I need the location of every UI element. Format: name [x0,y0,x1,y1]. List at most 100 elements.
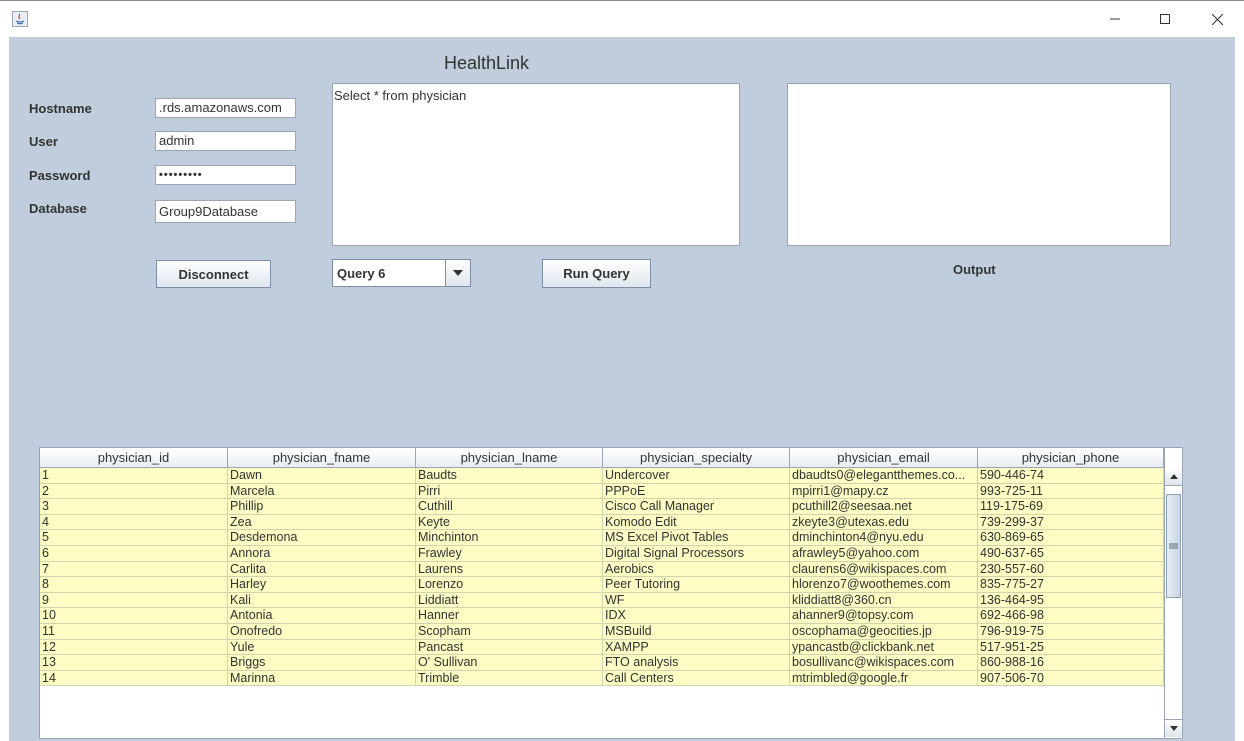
column-header[interactable]: physician_lname [416,448,603,467]
table-cell[interactable]: Undercover [603,468,790,484]
column-header[interactable]: physician_id [40,448,228,467]
table-cell[interactable]: MS Excel Pivot Tables [603,530,790,546]
column-header[interactable]: physician_specialty [603,448,790,467]
table-cell[interactable]: Komodo Edit [603,514,790,531]
table-row[interactable]: 13 Briggs O' Sullivan FTO analysis bosulliva… [40,655,1164,671]
table-cell[interactable]: Minchinton [416,530,603,546]
table-cell[interactable]: Carlita [228,561,416,578]
table-cell[interactable]: Yule [228,639,416,656]
table-cell[interactable]: Scopham [416,623,603,640]
chevron-down-icon[interactable] [445,260,470,286]
table-cell[interactable]: Desdemona [228,530,416,546]
table-cell[interactable]: Trimble [416,670,603,687]
column-header[interactable]: physician_phone [978,448,1164,467]
table-cell[interactable]: 993-725-11 [978,483,1164,500]
table-cell[interactable]: Annora [228,545,416,562]
table-cell[interactable]: 14 [40,670,228,687]
column-header[interactable]: physician_fname [228,448,416,467]
table-cell[interactable]: Harley [228,577,416,593]
maximize-button[interactable] [1142,3,1188,35]
scroll-down-button[interactable] [1165,719,1182,737]
table-cell[interactable]: kliddiatt8@360.cn [790,592,978,609]
table-cell[interactable]: MSBuild [603,623,790,640]
table-row[interactable]: 6 Annora Frawley Digital Signal Processors a… [40,545,1164,562]
table-cell[interactable]: 4 [40,514,228,531]
password-field[interactable]: ••••••••• [155,165,296,185]
table-cell[interactable]: 11 [40,623,228,640]
query-text-area[interactable]: Select * from physician [332,83,740,246]
table-cell[interactable]: Briggs [228,655,416,671]
table-cell[interactable]: Keyte [416,514,603,531]
database-field[interactable]: Group9Database [155,200,296,223]
table-cell[interactable]: 3 [40,499,228,515]
table-cell[interactable]: 1 [40,468,228,484]
table-cell[interactable]: 230-557-60 [978,561,1164,578]
table-cell[interactable]: Call Centers [603,670,790,687]
table-cell[interactable]: Hanner [416,608,603,624]
hostname-field[interactable]: .rds.amazonaws.com [155,98,296,118]
table-cell[interactable]: 12 [40,639,228,656]
table-cell[interactable]: 630-869-65 [978,530,1164,546]
close-button[interactable] [1194,3,1240,35]
table-cell[interactable]: 739-299-37 [978,514,1164,531]
table-cell[interactable]: 490-637-65 [978,545,1164,562]
table-row[interactable]: 11 Onofredo Scopham MSBuild oscophama@geocit… [40,623,1164,640]
scroll-up-button[interactable] [1165,468,1182,486]
table-row[interactable]: 10 Antonia Hanner IDX ahanner9@topsy.com 692-… [40,608,1164,624]
table-cell[interactable]: PPPoE [603,483,790,500]
table-cell[interactable]: Marinna [228,670,416,687]
table-cell[interactable]: 9 [40,592,228,609]
table-cell[interactable]: 590-446-74 [978,468,1164,484]
table-cell[interactable]: Pancast [416,639,603,656]
table-cell[interactable]: XAMPP [603,639,790,656]
table-cell[interactable]: ahanner9@topsy.com [790,608,978,624]
table-cell[interactable]: mtrimbled@google.fr [790,670,978,687]
table-row[interactable]: 12 Yule Pancast XAMPP ypancastb@clickbank.ne… [40,639,1164,656]
table-cell[interactable]: 2 [40,483,228,500]
table-row[interactable]: 9 Kali Liddiatt WF kliddiatt8@360.cn 136-464-… [40,592,1164,609]
minimize-button[interactable] [1092,3,1138,35]
table-row[interactable]: 8 Harley Lorenzo Peer Tutoring hlorenzo7@woo… [40,577,1164,593]
table-cell[interactable]: 692-466-98 [978,608,1164,624]
table-row[interactable]: 14 Marinna Trimble Call Centers mtrimbled@go… [40,670,1164,687]
table-cell[interactable]: bosullivanc@wikispaces.com [790,655,978,671]
run-query-button[interactable]: Run Query [542,259,651,288]
table-cell[interactable]: Laurens [416,561,603,578]
output-text-area[interactable] [787,83,1171,246]
table-cell[interactable]: 517-951-25 [978,639,1164,656]
table-cell[interactable]: Dawn [228,468,416,484]
table-cell[interactable]: Frawley [416,545,603,562]
table-cell[interactable]: afrawley5@yahoo.com [790,545,978,562]
table-cell[interactable]: Antonia [228,608,416,624]
table-cell[interactable]: 136-464-95 [978,592,1164,609]
table-row[interactable]: 3 Phillip Cuthill Cisco Call Manager pcuthil… [40,499,1164,515]
table-cell[interactable]: O' Sullivan [416,655,603,671]
table-cell[interactable]: dminchinton4@nyu.edu [790,530,978,546]
table-cell[interactable]: 796-919-75 [978,623,1164,640]
table-cell[interactable]: mpirri1@mapy.cz [790,483,978,500]
table-cell[interactable]: Cisco Call Manager [603,499,790,515]
table-cell[interactable]: dbaudts0@elegantthemes.co... [790,468,978,484]
table-cell[interactable]: 10 [40,608,228,624]
table-cell[interactable]: Onofredo [228,623,416,640]
table-row[interactable]: 4 Zea Keyte Komodo Edit zkeyte3@utexas.edu 73… [40,514,1164,531]
table-cell[interactable]: 7 [40,561,228,578]
table-cell[interactable]: Zea [228,514,416,531]
table-cell[interactable]: Marcela [228,483,416,500]
table-row[interactable]: 1 Dawn Baudts Undercover dbaudts0@elegantthe… [40,468,1164,484]
table-row[interactable]: 5 Desdemona Minchinton MS Excel Pivot Table… [40,530,1164,546]
table-cell[interactable]: ypancastb@clickbank.net [790,639,978,656]
user-field[interactable]: admin [155,131,296,151]
table-cell[interactable]: 13 [40,655,228,671]
table-cell[interactable]: 860-988-16 [978,655,1164,671]
table-cell[interactable]: 6 [40,545,228,562]
table-cell[interactable]: oscophama@geocities.jp [790,623,978,640]
table-cell[interactable]: 835-775-27 [978,577,1164,593]
table-cell[interactable]: IDX [603,608,790,624]
table-cell[interactable]: Peer Tutoring [603,577,790,593]
table-cell[interactable]: Pirri [416,483,603,500]
disconnect-button[interactable]: Disconnect [156,260,271,288]
table-cell[interactable]: 907-506-70 [978,670,1164,687]
table-cell[interactable]: zkeyte3@utexas.edu [790,514,978,531]
table-cell[interactable]: Aerobics [603,561,790,578]
